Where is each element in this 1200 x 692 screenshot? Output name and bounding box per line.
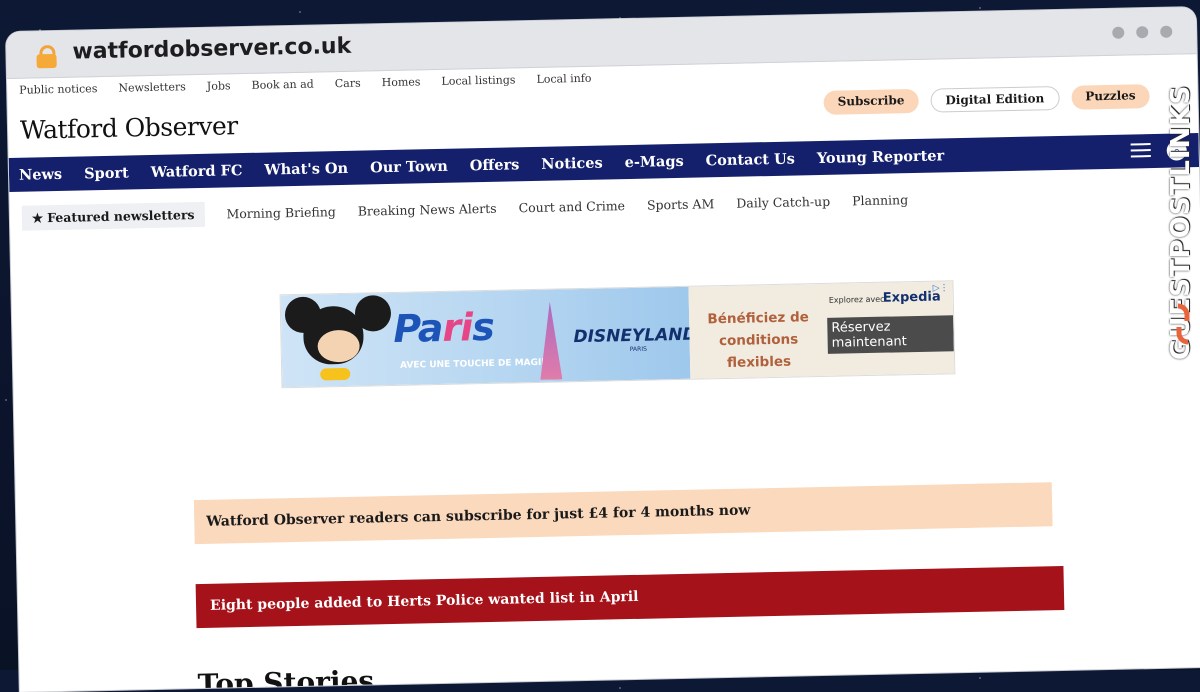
topnav-newsletters[interactable]: Newsletters [118,80,186,103]
browser-window: watfordobserver.co.uk Public notices New… [6,7,1200,692]
ad-offer-text: Bénéficiez de conditions flexibles [707,309,810,371]
nav-sport[interactable]: Sport [84,164,129,182]
nav-whats-on[interactable]: What's On [264,159,348,178]
newsletter-breaking-news-alerts[interactable]: Breaking News Alerts [358,200,497,218]
newsletter-court-and-crime[interactable]: Court and Crime [518,198,625,215]
menu-icon[interactable] [1130,143,1151,161]
lock-icon [36,44,57,69]
newsletter-planning[interactable]: Planning [852,192,908,208]
topnav-local-info[interactable]: Local info [536,72,591,95]
ad-brand: DISNEYLAND [573,324,697,348]
adchoices-icon[interactable]: ▷⋮ [933,283,949,293]
featured-label: Featured newsletters [46,206,195,225]
nav-contact-us[interactable]: Contact Us [705,150,795,169]
nav-e-mags[interactable]: e-Mags [624,152,683,170]
topnav-local-listings[interactable]: Local listings [441,73,516,97]
breaking-news-banner[interactable]: Eight people added to Herts Police wante… [195,565,1065,629]
advertisement-banner[interactable]: Paris AVEC UNE TOUCHE DE MAGIE DISNEYLAN… [279,280,956,389]
site-logo[interactable]: Watford Observer [20,111,238,145]
topnav-book-an-ad[interactable]: Book an ad [251,78,314,101]
nav-offers[interactable]: Offers [470,156,520,174]
ad-cta-button[interactable]: Réservez maintenant [827,315,954,354]
nav-news[interactable]: News [19,165,62,183]
ad-explore-text: Explorez avec [828,294,885,305]
ad-headline: Paris [392,304,495,351]
subscribe-button[interactable]: Subscribe [823,88,919,115]
subscription-promo[interactable]: Watford Observer readers can subscribe f… [193,482,1053,545]
address-bar[interactable]: watfordobserver.co.uk [72,34,351,65]
watermark: GUESTPOSTLINKS [1166,50,1200,360]
mickey-bowtie [320,367,351,381]
star-icon: ★ [31,209,44,225]
nav-notices[interactable]: Notices [541,154,603,172]
nav-young-reporter[interactable]: Young Reporter [817,147,945,167]
ad-brand-sub: PARIS [629,345,647,354]
newsletter-daily-catch-up[interactable]: Daily Catch-up [736,193,830,210]
newsletter-morning-briefing[interactable]: Morning Briefing [226,204,336,221]
section-title: Top Stories [197,664,375,692]
topnav-homes[interactable]: Homes [382,75,421,98]
newsletter-sports-am[interactable]: Sports AM [647,196,715,212]
featured-newsletters-tab[interactable]: ★ Featured newsletters [21,201,205,231]
topnav-cars[interactable]: Cars [335,77,361,100]
nav-our-town[interactable]: Our Town [370,157,448,176]
nav-watford-fc[interactable]: Watford FC [151,162,243,181]
puzzles-button[interactable]: Puzzles [1071,84,1150,110]
window-controls[interactable] [1112,25,1173,39]
link-icon [1176,303,1190,345]
topnav-jobs[interactable]: Jobs [207,79,231,101]
topnav-public-notices[interactable]: Public notices [19,82,98,106]
digital-edition-button[interactable]: Digital Edition [930,85,1060,113]
